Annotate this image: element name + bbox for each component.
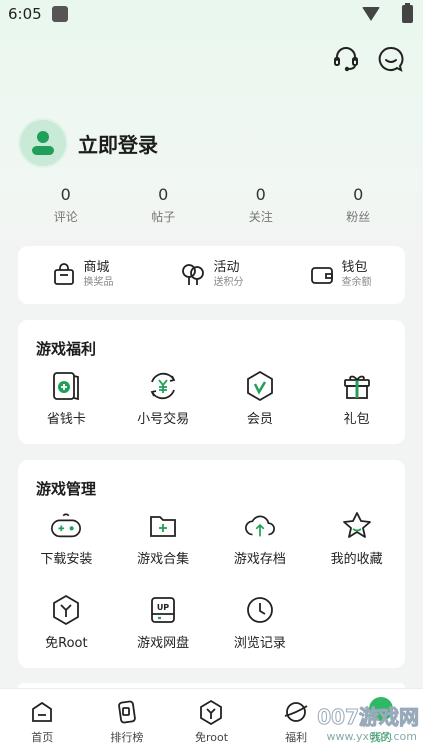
quick-link-subtitle: 查余额 (341, 277, 372, 288)
savings-card-icon (50, 370, 82, 402)
up-disk-icon: UP (147, 594, 179, 626)
benefit-vip[interactable]: 会员 (212, 370, 309, 454)
manage-save-files[interactable]: 游戏存档 (212, 510, 309, 594)
grid-label: 浏览记录 (233, 636, 286, 651)
wallet-icon (310, 267, 333, 284)
battery-icon (402, 3, 413, 23)
stat-value: 0 (255, 185, 266, 204)
shopping-bag-icon (53, 263, 74, 285)
status-bar: 6:05 (0, 0, 423, 30)
customer-service-icon[interactable] (331, 44, 361, 74)
app-notification-icon (52, 6, 68, 22)
message-icon[interactable] (376, 44, 406, 74)
nav-label: 排行榜 (110, 731, 144, 744)
nav-label: 免root (194, 731, 229, 744)
benefit-savings-card[interactable]: 省钱卡 (18, 370, 115, 454)
grid-label: 我的收藏 (330, 552, 383, 567)
root-icon (50, 594, 82, 626)
grid-label: 免Root (45, 636, 88, 651)
folder-add-icon (147, 510, 179, 542)
quick-link-subtitle: 送积分 (213, 277, 244, 288)
grid-label: 礼包 (343, 412, 370, 427)
benefit-account-trade[interactable]: 小号交易 (115, 370, 212, 454)
status-time: 6:05 (8, 5, 42, 23)
quick-link-title: 钱包 (341, 260, 368, 275)
planet-icon (284, 702, 308, 722)
stat-value: 0 (353, 185, 364, 204)
gamepad-icon (50, 510, 82, 542)
section-title: 游戏福利 (36, 340, 97, 358)
grid-label: 省钱卡 (46, 412, 86, 427)
stat-label: 评论 (53, 210, 78, 224)
quick-link-activity[interactable]: 活动 送积分 (147, 246, 276, 304)
user-icon (32, 131, 54, 155)
vip-shield-icon (244, 370, 276, 402)
benefit-gift[interactable]: 礼包 (308, 370, 405, 454)
nav-ranking[interactable]: 排行榜 (85, 689, 170, 752)
yuan-exchange-icon (147, 370, 179, 402)
grid-label: 游戏合集 (137, 552, 190, 567)
login-label[interactable]: 立即登录 (78, 129, 158, 158)
game-benefits-card: 游戏福利 省钱卡 小号交易 会员 礼包 (18, 320, 405, 444)
stat-value: 0 (158, 185, 169, 204)
grid-label: 游戏网盘 (137, 636, 190, 651)
manage-no-root[interactable]: 免Root (18, 594, 115, 678)
manage-history[interactable]: 浏览记录 (212, 594, 309, 678)
nav-label: 首页 (31, 731, 54, 744)
manage-favorites[interactable]: 我的收藏 (308, 510, 405, 594)
grid-label: 小号交易 (137, 412, 190, 427)
watermark-logo: 007游戏网 (317, 705, 420, 729)
clock-icon (244, 594, 276, 626)
stat-fans[interactable]: 0 粉丝 (310, 184, 408, 225)
ranking-icon (118, 700, 136, 724)
grid-label: 游戏存档 (233, 552, 286, 567)
quick-link-title: 活动 (213, 260, 240, 275)
star-icon (341, 510, 373, 542)
wifi-icon (362, 7, 380, 21)
nav-no-root[interactable]: 免root (169, 689, 254, 752)
section-title: 游戏管理 (36, 480, 97, 498)
stat-following[interactable]: 0 关注 (212, 184, 310, 225)
nav-home[interactable]: 首页 (0, 689, 85, 752)
grid-label: 会员 (246, 412, 273, 427)
stat-label: 帖子 (151, 210, 176, 224)
stat-label: 粉丝 (346, 210, 371, 224)
stat-label: 关注 (248, 210, 273, 224)
avatar[interactable] (18, 118, 68, 168)
gift-icon (341, 370, 373, 402)
user-stats: 0 评论 0 帖子 0 关注 0 粉丝 (17, 184, 407, 225)
quick-link-title: 商城 (83, 260, 110, 275)
svg-text:UP: UP (157, 603, 169, 612)
quick-links-card: 商城 换奖品 活动 送积分 钱包 查余额 (18, 246, 405, 304)
stat-value: 0 (60, 185, 71, 204)
manage-collections[interactable]: 游戏合集 (115, 510, 212, 594)
root-icon (200, 699, 223, 725)
cloud-upload-icon (244, 510, 276, 542)
grid-label: 下载安装 (40, 552, 93, 567)
stat-comments[interactable]: 0 评论 (17, 184, 115, 225)
quick-link-subtitle: 换奖品 (83, 277, 114, 288)
nav-label: 福利 (285, 731, 308, 744)
home-icon (32, 701, 53, 722)
watermark-url: www.yx007.com (326, 730, 417, 743)
game-management-card: 游戏管理 下载安装 游戏合集 游戏存档 我的收藏 免Root UP 游戏网盘 浏… (18, 460, 405, 668)
stat-posts[interactable]: 0 帖子 (115, 184, 213, 225)
quick-link-wallet[interactable]: 钱包 查余额 (276, 246, 405, 304)
quick-link-mall[interactable]: 商城 换奖品 (18, 246, 147, 304)
manage-download-install[interactable]: 下载安装 (18, 510, 115, 594)
balloon-icon (181, 264, 204, 285)
profile-header[interactable]: 立即登录 (18, 118, 158, 168)
manage-cloud-disk[interactable]: UP 游戏网盘 (115, 594, 212, 678)
